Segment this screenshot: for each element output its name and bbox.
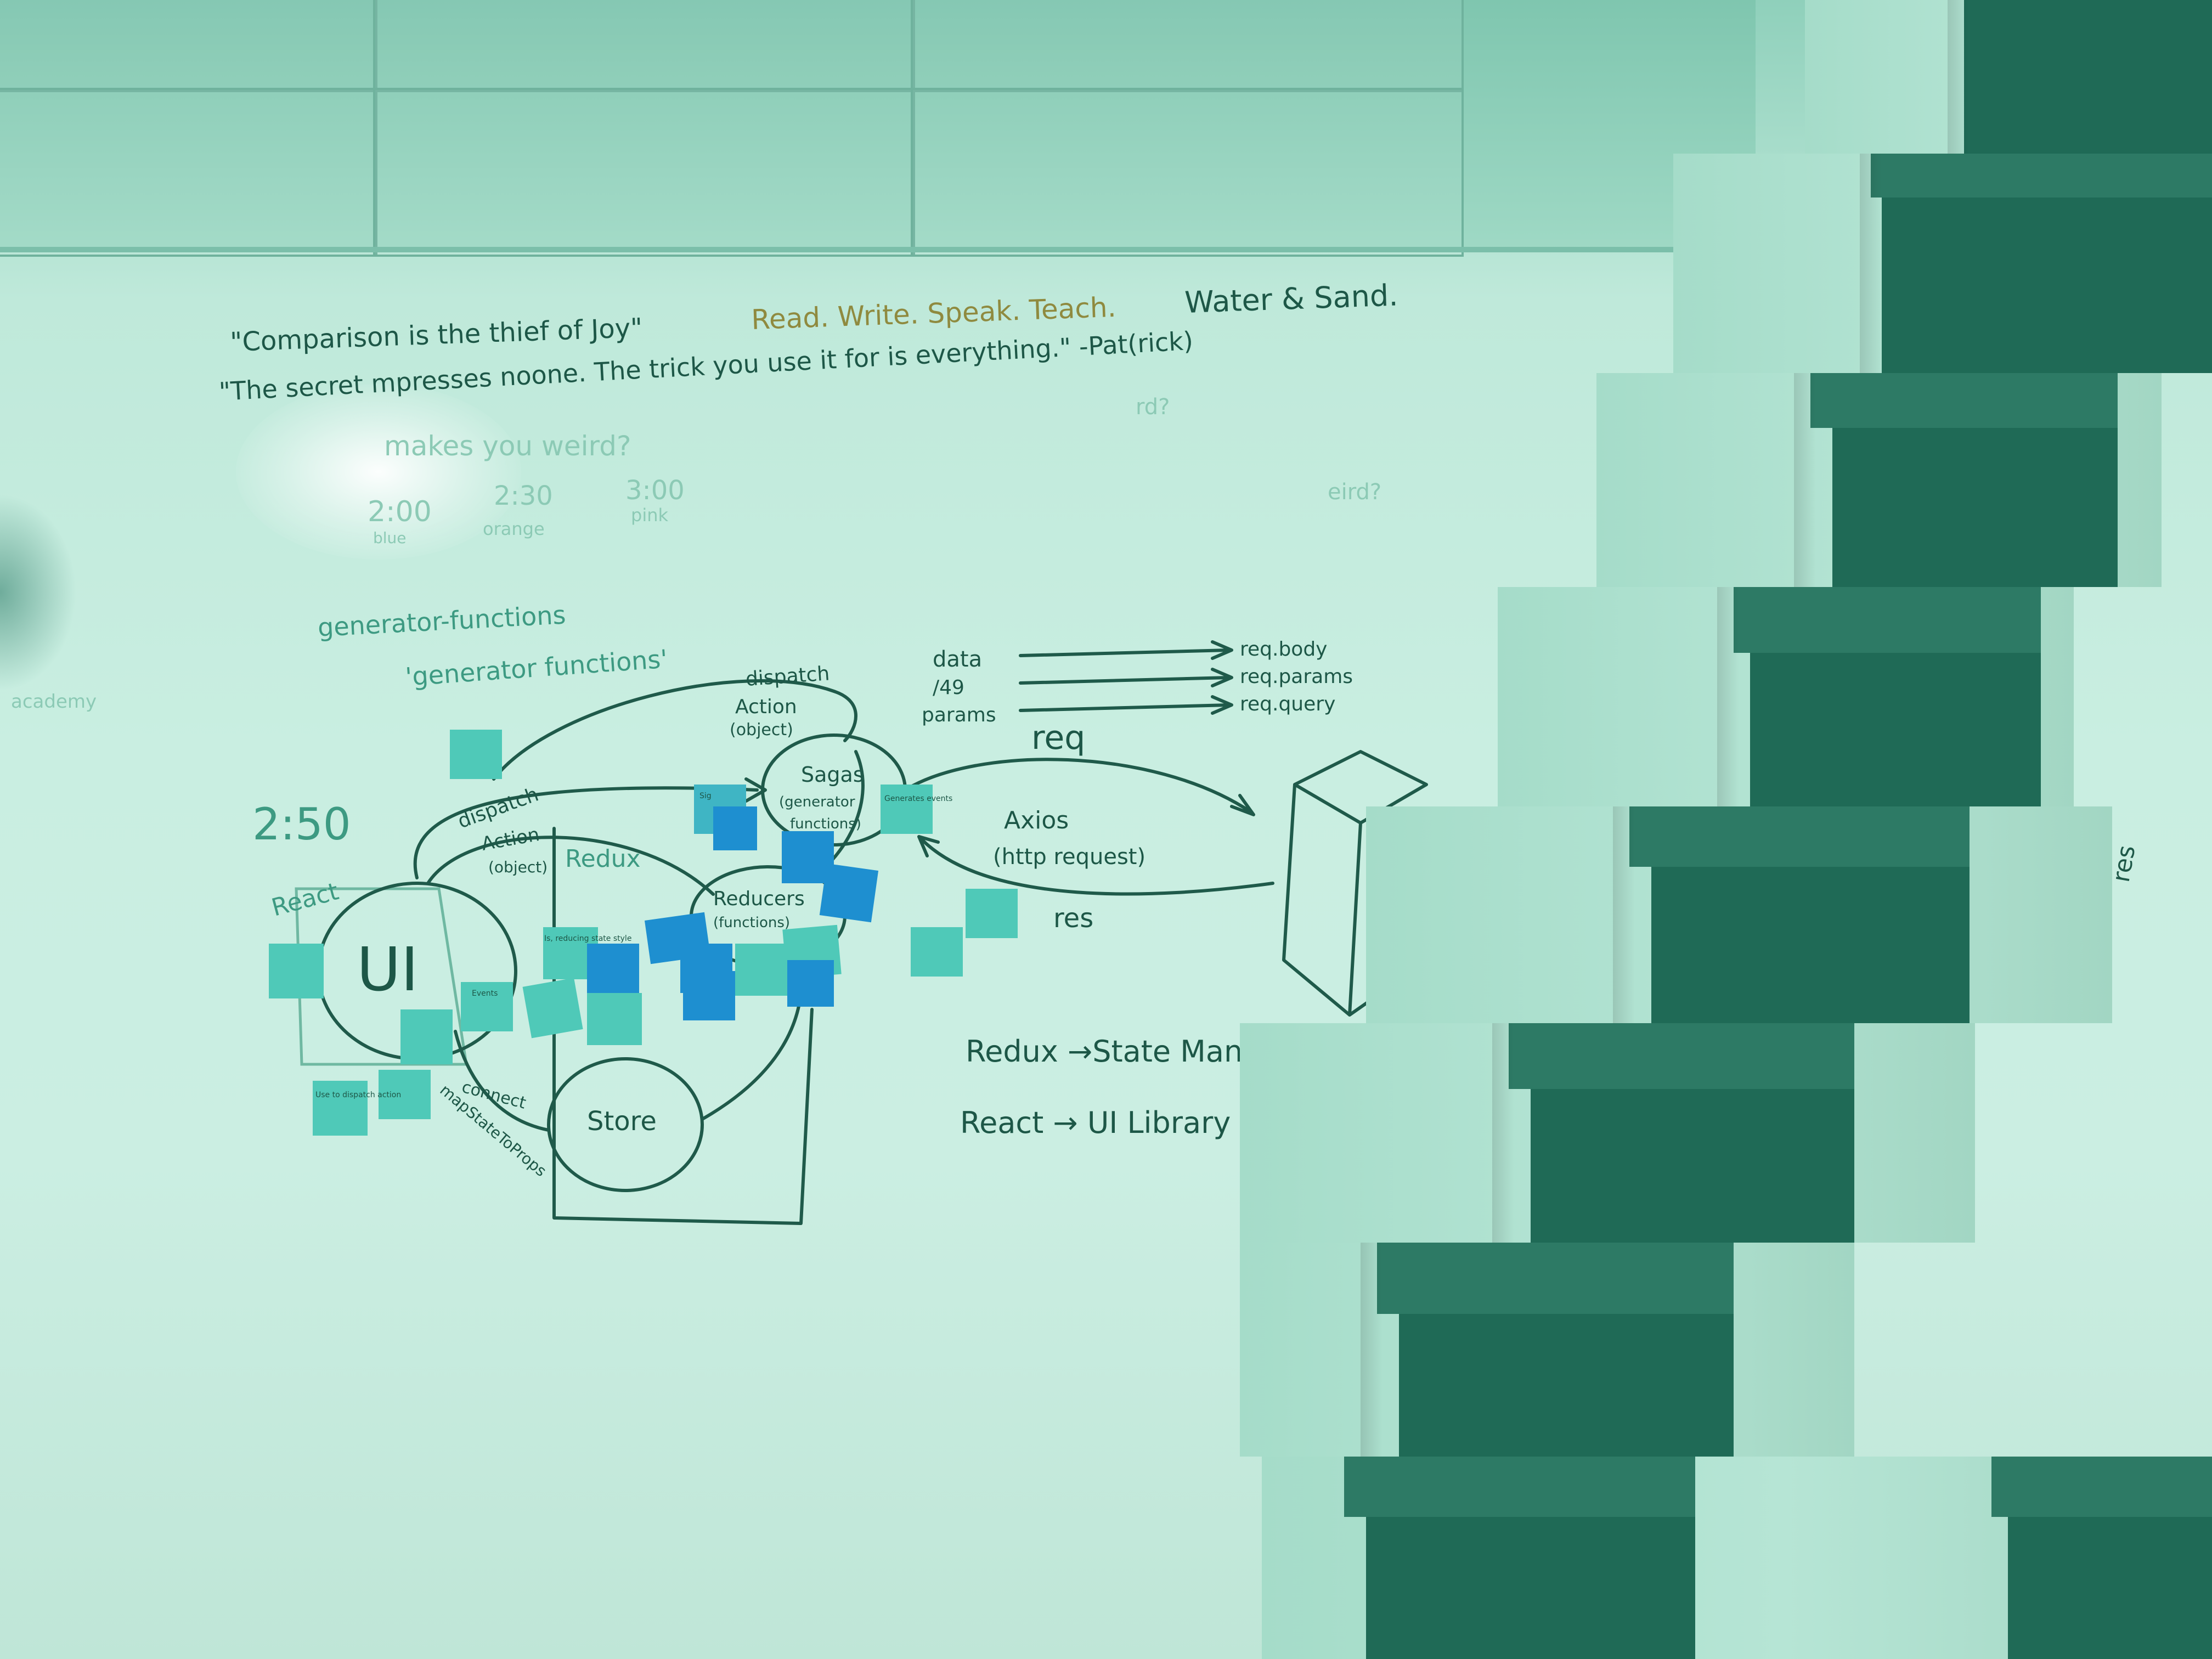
react-label: React: [269, 877, 342, 922]
collage-panel: [1262, 1457, 2212, 1659]
generator-functions-2: 'generator functions': [404, 644, 669, 692]
block-shadow: [1717, 587, 1739, 806]
clock-250: 2:50: [252, 799, 351, 850]
dark-block: [2008, 1517, 2212, 1659]
res-label: res: [1053, 903, 1093, 934]
http-label: (http request): [993, 844, 1146, 870]
sticky-note-text-3: Events: [472, 989, 498, 998]
store-label: Store: [587, 1106, 657, 1137]
collage-panel: [1366, 806, 2112, 1023]
left-faint-word: academy: [11, 691, 97, 713]
sticky-note: [966, 889, 1018, 938]
time-300: 3:00: [625, 475, 685, 506]
sticky-note: [787, 960, 834, 1007]
quote-comparison: "Comparison is the thief of Joy": [229, 313, 643, 358]
object-top: (object): [730, 720, 793, 740]
dark-block: [1366, 1517, 1695, 1659]
req-query: req.query: [1240, 693, 1335, 715]
arrow-data: [1019, 640, 1233, 660]
sticky-note: [450, 730, 502, 779]
dark-block-top: [1344, 1457, 1695, 1517]
dark-block-top: [1629, 806, 1970, 867]
dark-block-top: [1871, 154, 2212, 198]
block-shadow: [1860, 154, 1882, 373]
whiteboard-photo: "Comparison is the thief of Joy" Read. W…: [0, 0, 2212, 1659]
quote-water-sand: Water & Sand.: [1184, 278, 1398, 320]
sticky-note: [313, 1081, 368, 1136]
sticky-note: [400, 1009, 453, 1064]
block-shadow: [1361, 1243, 1383, 1457]
dark-block: [1750, 653, 2041, 806]
dark-block: [1832, 428, 2118, 587]
time-300-label: pink: [631, 505, 668, 526]
collage-panel: [1498, 587, 2074, 806]
dark-block-top: [1509, 1023, 1854, 1089]
params-label: params: [922, 704, 996, 726]
sagas-label: Sagas: [801, 763, 864, 787]
block-shadow: [1948, 0, 1970, 154]
sticky-note: [713, 806, 757, 850]
dark-block: [1399, 1314, 1734, 1457]
block-shadow: [1794, 373, 1816, 587]
axios-label: Axios: [1004, 806, 1069, 834]
object-left: (object): [488, 858, 548, 876]
action-top: Action: [735, 696, 797, 718]
arrow-params: [1019, 695, 1233, 715]
collage-panel: [1240, 1023, 1975, 1243]
faint-rd: rd?: [1136, 394, 1170, 420]
faint-eird: eird?: [1328, 479, 1381, 505]
dark-block-top: [1991, 1457, 2212, 1517]
dark-block-top: [1734, 587, 2041, 653]
time-200: 2:00: [368, 495, 432, 528]
dark-block-top: [1810, 373, 2118, 428]
quote-read-write: Read. Write. Speak. Teach.: [751, 291, 1116, 336]
faint-question: makes you weird?: [384, 430, 631, 462]
sticky-note: [911, 927, 963, 977]
action-left: Action: [480, 823, 541, 855]
req-params: req.params: [1240, 665, 1353, 688]
req-label: req: [1031, 719, 1085, 757]
dark-block: [1882, 198, 2212, 373]
block-shadow: [1492, 1023, 1514, 1243]
sticky-note: [683, 971, 735, 1020]
sticky-note: [269, 944, 324, 998]
sticky-note: [522, 978, 583, 1039]
sticky-note-text-4: Sig: [699, 792, 712, 800]
arrow-49: [1019, 668, 1233, 687]
time-230-label: orange: [483, 518, 545, 539]
collage-panel: [1673, 154, 2212, 373]
data-label: data: [933, 647, 982, 672]
sticky-note: [587, 944, 639, 993]
collage-panel: [1240, 1243, 1854, 1457]
redux-state-manager: Redux →State Man: [966, 1034, 1243, 1069]
sticky-note: [881, 785, 933, 834]
time-200-label: blue: [373, 529, 407, 547]
generator-functions-1: generator-functions: [317, 600, 567, 642]
dark-block: [1531, 1089, 1854, 1243]
sagas-sub-1: (generator: [779, 794, 855, 810]
ui-label: UI: [357, 934, 419, 1005]
slash49-label: /49: [933, 676, 964, 699]
sticky-note-text-1: Use to dispatch action: [315, 1091, 401, 1099]
dark-block: [1964, 0, 2212, 154]
sticky-note-text-5: Generates events: [884, 794, 952, 803]
react-ui-library: React → UI Library: [960, 1105, 1231, 1140]
req-body: req.body: [1240, 638, 1328, 661]
arrow-req: [904, 758, 1255, 816]
dark-block: [1651, 867, 1970, 1023]
sticky-note: [587, 993, 642, 1045]
collage-panel: [1805, 0, 2212, 154]
reducers-sub: (functions): [713, 915, 790, 931]
reducers-label: Reducers: [713, 888, 805, 910]
time-230: 2:30: [494, 481, 553, 511]
collage-panel: [1596, 373, 2162, 587]
sticky-note: [735, 944, 787, 996]
sticky-notes: [269, 730, 1018, 1136]
block-shadow: [1613, 806, 1635, 1023]
sticky-note: [819, 863, 879, 923]
dark-block-top: [1377, 1243, 1734, 1314]
sticky-note-text-2: Is, reducing state style: [544, 934, 631, 943]
